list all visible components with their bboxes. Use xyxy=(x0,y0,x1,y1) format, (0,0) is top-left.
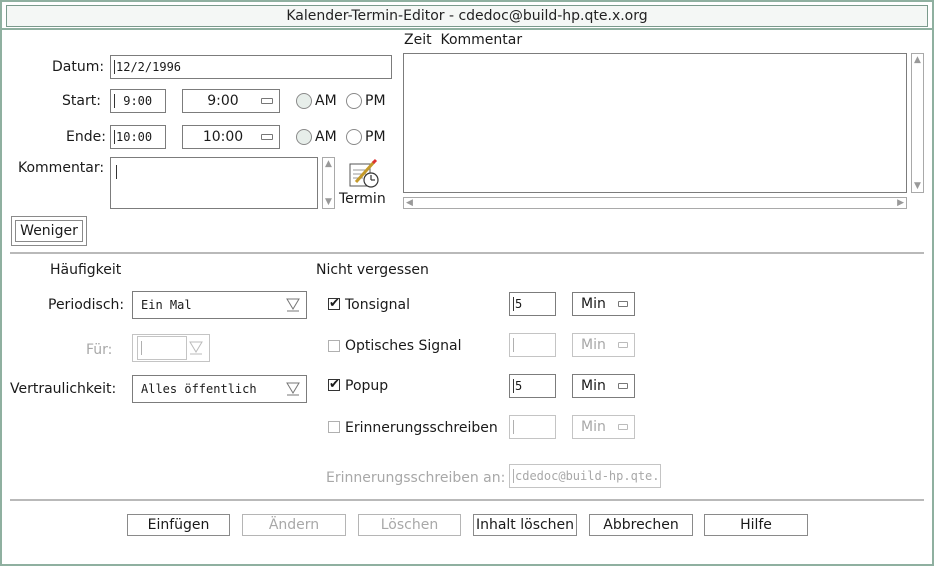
cancel-button[interactable]: Abbrechen xyxy=(589,514,693,536)
window-title: Kalender-Termin-Editor - cdedoc@build-hp… xyxy=(6,5,928,27)
dropdown-triangle-icon xyxy=(286,382,300,396)
erinnerungsschreiben-unit: Min xyxy=(581,419,606,435)
start-time-menu[interactable]: 9:00 xyxy=(182,89,280,113)
mail-to-value: cdedoc@build-hp.qte. xyxy=(515,469,660,483)
ende-time-field[interactable]: 10:00 xyxy=(110,125,166,149)
popup-value-field[interactable]: 5 xyxy=(509,374,556,398)
insert-button[interactable]: Einfügen xyxy=(127,514,230,536)
ende-am-radio[interactable] xyxy=(296,129,312,145)
popup-unit: Min xyxy=(581,378,606,394)
kommentar-textarea[interactable] xyxy=(110,157,318,209)
dropdown-triangle-icon xyxy=(189,341,203,355)
vertraulichkeit-label: Vertraulichkeit: xyxy=(10,381,117,397)
ende-am-label: AM xyxy=(315,129,337,145)
mail-to-label: Erinnerungsschreiben an: xyxy=(326,470,506,486)
zeit-kommentar-list[interactable] xyxy=(403,53,907,193)
zeit-kommentar-vscrollbar[interactable]: ▲ ▼ xyxy=(911,53,924,193)
kommentar-label: Kommentar: xyxy=(18,160,105,176)
ende-pm-radio[interactable] xyxy=(346,129,362,145)
periodisch-value: Ein Mal xyxy=(141,298,192,312)
start-am-radio[interactable] xyxy=(296,93,312,109)
weniger-button-frame: Weniger xyxy=(11,216,87,246)
popup-value: 5 xyxy=(515,379,523,393)
ende-time-menu[interactable]: 10:00 xyxy=(182,125,280,149)
tonsignal-unit-menu[interactable]: Min xyxy=(572,292,635,316)
start-time-field[interactable]: 9:00 xyxy=(110,89,166,113)
popup-checkbox[interactable]: ✔ xyxy=(328,378,340,391)
tonsignal-unit: Min xyxy=(581,296,606,312)
start-pm-radio[interactable] xyxy=(346,93,362,109)
optisches-signal-unit: Min xyxy=(581,337,606,353)
menu-indicator-icon xyxy=(618,383,628,389)
menu-indicator-icon xyxy=(618,424,628,430)
start-pm-label: PM xyxy=(365,93,386,109)
erinnerungsschreiben-unit-menu[interactable]: Min xyxy=(572,415,635,439)
optisches-signal-checkbox[interactable] xyxy=(328,340,340,352)
help-button[interactable]: Hilfe xyxy=(704,514,808,536)
menu-indicator-icon xyxy=(261,134,273,140)
zeit-kommentar-header: Zeit Kommentar xyxy=(404,32,523,48)
separator-bottom xyxy=(10,499,924,501)
tonsignal-value: 5 xyxy=(515,297,523,311)
tonsignal-label: Tonsignal xyxy=(345,297,411,313)
popup-unit-menu[interactable]: Min xyxy=(572,374,635,398)
fuer-field[interactable] xyxy=(137,336,187,360)
ende-time-value: 10:00 xyxy=(116,130,153,144)
datum-label: Datum: xyxy=(52,59,105,75)
start-time-value: 9:00 xyxy=(123,94,153,108)
vertraulichkeit-value: Alles öffentlich xyxy=(141,382,257,396)
menu-indicator-icon xyxy=(618,342,628,348)
erinnerungsschreiben-value-field[interactable] xyxy=(509,415,556,439)
haeufigkeit-header: Häufigkeit xyxy=(50,262,122,278)
optisches-signal-value-field[interactable] xyxy=(509,333,556,357)
periodisch-label: Periodisch: xyxy=(48,297,125,313)
ende-pm-label: PM xyxy=(365,129,386,145)
fuer-label: Für: xyxy=(86,342,113,358)
termin-label: Termin xyxy=(339,191,386,207)
delete-button[interactable]: Löschen xyxy=(358,514,461,536)
nicht-vergessen-header: Nicht vergessen xyxy=(316,262,429,278)
pencil-clock-icon[interactable] xyxy=(346,158,382,190)
ende-label: Ende: xyxy=(66,129,106,145)
fuer-combo[interactable] xyxy=(132,334,210,362)
menu-indicator-icon xyxy=(261,98,273,104)
datum-field[interactable]: 12/2/1996 xyxy=(110,55,392,79)
separator-top xyxy=(10,252,924,254)
vertraulichkeit-select[interactable]: Alles öffentlich xyxy=(132,375,307,403)
tonsignal-checkbox[interactable]: ✔ xyxy=(328,297,340,310)
erinnerungsschreiben-checkbox[interactable] xyxy=(328,421,340,433)
popup-label: Popup xyxy=(345,378,389,394)
start-time-menu-value: 9:00 xyxy=(207,93,239,109)
dropdown-triangle-icon xyxy=(286,298,300,312)
periodisch-select[interactable]: Ein Mal xyxy=(132,291,307,319)
window-titlebar[interactable]: Kalender-Termin-Editor - cdedoc@build-hp… xyxy=(0,0,934,30)
start-am-label: AM xyxy=(315,93,337,109)
ende-time-menu-value: 10:00 xyxy=(202,129,244,145)
start-label: Start: xyxy=(62,93,101,109)
mail-to-field[interactable]: cdedoc@build-hp.qte. xyxy=(509,464,661,488)
weniger-button[interactable]: Weniger xyxy=(15,220,83,242)
optisches-signal-unit-menu[interactable]: Min xyxy=(572,333,635,357)
erinnerungsschreiben-label: Erinnerungsschreiben xyxy=(345,420,498,436)
clear-button[interactable]: Inhalt löschen xyxy=(473,514,577,536)
menu-indicator-icon xyxy=(618,301,628,307)
optisches-signal-label: Optisches Signal xyxy=(345,338,462,354)
kommentar-scrollbar[interactable]: ▲ ▼ xyxy=(322,157,335,209)
tonsignal-value-field[interactable]: 5 xyxy=(509,292,556,316)
zeit-kommentar-hscrollbar[interactable]: ◀ ▶ xyxy=(403,197,907,209)
datum-value: 12/2/1996 xyxy=(116,60,182,74)
change-button[interactable]: Ändern xyxy=(242,514,346,536)
